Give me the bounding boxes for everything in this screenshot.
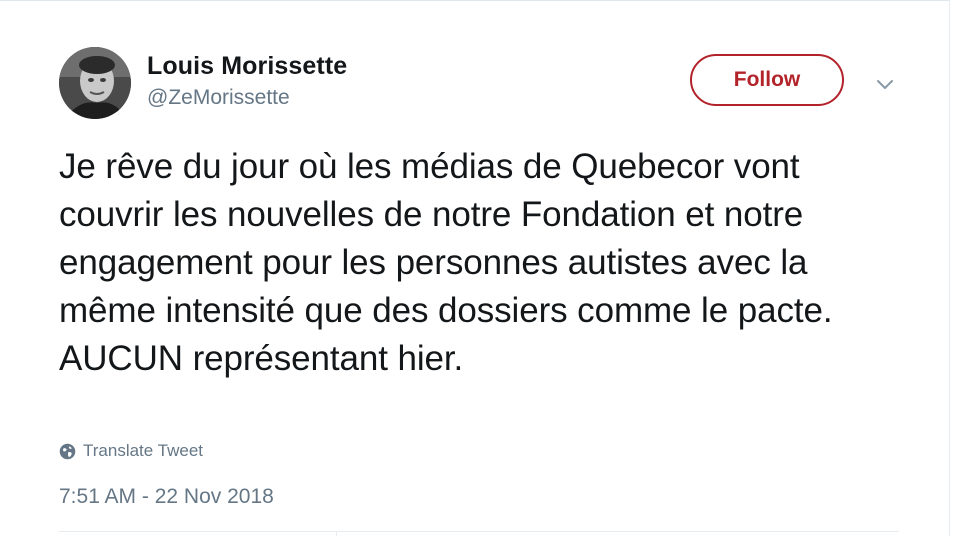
- globe-icon: [59, 443, 76, 459]
- translate-tweet-link[interactable]: Translate Tweet: [59, 441, 203, 461]
- scrollbar-track: [949, 0, 956, 536]
- author-handle[interactable]: @ZeMorissette: [147, 86, 290, 110]
- avatar[interactable]: [59, 47, 131, 119]
- translate-tweet-label: Translate Tweet: [83, 441, 204, 460]
- follow-button[interactable]: Follow: [690, 54, 844, 106]
- tweet-timestamp[interactable]: 7:51 AM - 22 Nov 2018: [59, 485, 274, 509]
- chevron-down-icon[interactable]: [873, 72, 897, 96]
- divider: [59, 531, 899, 532]
- avatar-photo: [59, 47, 131, 119]
- tweet-card: Louis Morissette @ZeMorissette Follow Je…: [0, 0, 950, 536]
- author-display-name[interactable]: Louis Morissette: [147, 52, 347, 81]
- divider-tick: [336, 531, 337, 536]
- tweet-text: Je rêve du jour où les médias de Quebeco…: [59, 147, 833, 378]
